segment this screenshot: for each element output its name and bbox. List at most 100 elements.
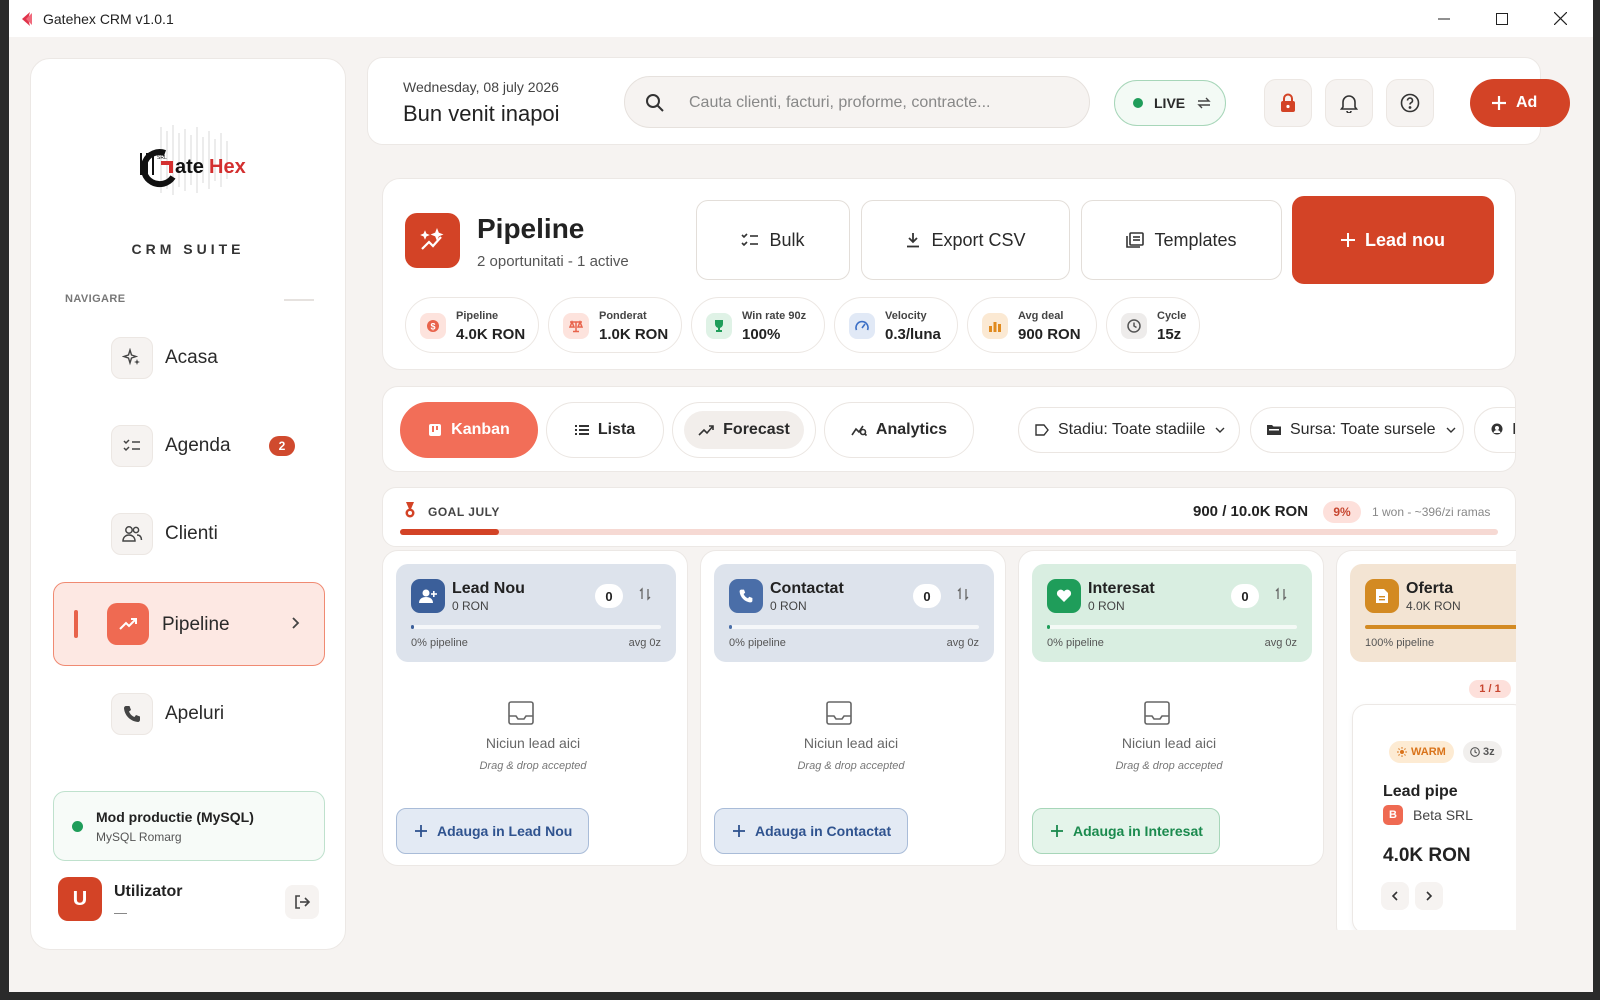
svg-text:ate: ate (175, 156, 204, 178)
company-name: Beta SRL (1413, 807, 1473, 823)
nav-section-label: NAVIGARE (65, 293, 126, 305)
folder-icon (1267, 425, 1281, 435)
user-role: — (114, 905, 127, 920)
view-toolbar: Kanban Lista Forecast Analytics Stadiu: … (382, 386, 1516, 472)
search-input[interactable] (689, 91, 1069, 115)
avatar[interactable]: U (58, 877, 102, 921)
stage-filter[interactable]: Stadiu: Toate stadiile (1018, 407, 1240, 453)
monthly-goal-bar: GOAL JULY 900 / 10.0K RON 9% 1 won - ~39… (382, 487, 1516, 547)
plus-icon (1051, 825, 1063, 837)
plus-icon (1341, 233, 1355, 247)
goal-percent-badge: 9% (1323, 501, 1361, 523)
inbox-icon (826, 701, 852, 725)
bulk-button[interactable]: Bulk (696, 200, 850, 280)
page-subtitle: 2 oportunitati - 1 active (477, 253, 629, 270)
lead-name: Lead pipe (1383, 783, 1458, 800)
column-pipeline-share: 100% pipeline (1365, 637, 1435, 649)
goal-progress-track (400, 529, 1498, 535)
help-icon (1400, 93, 1420, 113)
stage-filter-label: Stadiu: Toate stadiile (1058, 421, 1206, 438)
phone-icon (729, 579, 763, 613)
stat-label: Pipeline (456, 310, 499, 322)
trend-icon (698, 425, 714, 436)
stat-value: 100% (742, 326, 781, 343)
sort-icon[interactable] (639, 587, 651, 601)
tab-analytics[interactable]: Analytics (824, 402, 974, 458)
column-progress-fill (411, 625, 414, 629)
kanban-icon (429, 424, 442, 436)
sidebar-item-apeluri[interactable]: Apeluri (111, 692, 224, 736)
stat-label: Win rate 90z (742, 310, 807, 322)
empty-state: Niciun lead aici Drag & drop accepted (771, 551, 931, 781)
logout-button[interactable] (285, 885, 319, 919)
move-left-button[interactable] (1381, 882, 1409, 910)
source-filter[interactable]: Sursa: Toate sursele (1250, 407, 1464, 453)
goal-remaining: 1 won - ~396/zi ramas (1372, 505, 1491, 519)
db-mode-title: Mod productie (MySQL) (96, 809, 254, 825)
live-toggle[interactable]: LIVE (1114, 80, 1226, 126)
user-plus-icon (411, 579, 445, 613)
sidebar-item-pipeline[interactable]: Pipeline (53, 582, 325, 666)
temperature-label: WARM (1411, 746, 1446, 758)
tab-label: Analytics (875, 421, 948, 438)
lead-card[interactable]: WARM 3z Lead pipe B Beta SRL 4.0K RON (1352, 704, 1516, 930)
inbox-icon (1144, 701, 1170, 725)
top-header: Wednesday, 08 july 2026 Bun venit inapoi… (367, 57, 1570, 145)
help-button[interactable] (1386, 79, 1434, 127)
lock-button[interactable] (1264, 79, 1312, 127)
move-right-button[interactable] (1415, 882, 1443, 910)
add-to-lead-nou-button[interactable]: Adauga in Lead Nou (396, 808, 590, 854)
sort-icon[interactable] (1275, 587, 1287, 601)
column-header: Oferta 4.0K RON 100% pipeline (1350, 564, 1516, 662)
sun-icon (1397, 747, 1407, 757)
add-button[interactable]: Ad (1470, 79, 1570, 127)
search-icon (646, 94, 664, 112)
column-value: 4.0K RON (1406, 599, 1461, 613)
status-dot (72, 821, 83, 832)
add-to-contactat-button[interactable]: Adauga in Contactat (714, 808, 909, 854)
owner-filter[interactable]: I (1474, 407, 1515, 453)
sidebar-item-label: Acasa (165, 347, 218, 368)
chevron-right-icon (292, 617, 300, 629)
pipeline-sparkle-chart-icon (405, 213, 460, 268)
clock-icon (1121, 313, 1147, 339)
tab-forecast[interactable]: Forecast (672, 402, 816, 458)
inbox-icon (508, 701, 534, 725)
pipeline-summary-card: Pipeline 2 oportunitati - 1 active Bulk … (382, 178, 1516, 370)
search-bar[interactable] (624, 76, 1090, 128)
new-lead-button[interactable]: Lead nou (1292, 196, 1494, 284)
maximize-button[interactable] (1473, 0, 1531, 37)
notifications-button[interactable] (1325, 79, 1373, 127)
bell-icon (1340, 95, 1358, 113)
stat-value: 900 RON (1018, 326, 1081, 343)
templates-label: Templates (1154, 229, 1237, 250)
minimize-button[interactable] (1415, 0, 1473, 37)
tab-label: Lista (597, 421, 636, 438)
app-logo-icon (22, 11, 32, 26)
minimize-icon (1438, 18, 1450, 19)
add-to-interesat-button[interactable]: Adauga in Interesat (1032, 808, 1220, 854)
stat-avg-deal: Avg deal 900 RON (967, 297, 1097, 353)
nav-divider (284, 299, 314, 301)
close-button[interactable] (1531, 0, 1589, 37)
list-icon (574, 425, 589, 435)
empty-state-title: Niciun lead aici (803, 735, 899, 751)
live-status-dot (1133, 98, 1143, 108)
active-indicator (74, 610, 78, 638)
window-title: Gatehex CRM v1.0.1 (43, 10, 174, 27)
tab-kanban[interactable]: Kanban (400, 402, 538, 458)
agenda-count-badge: 2 (269, 436, 295, 456)
sidebar-item-clienti[interactable]: Clienti (111, 512, 218, 556)
templates-button[interactable]: Templates (1081, 200, 1282, 280)
kanban-column-contactat: Contactat 0 RON 0 0% pipeline avg 0z Nic… (700, 550, 1006, 866)
goal-progress-fill (400, 529, 499, 535)
stat-value: 15z (1157, 326, 1182, 343)
sidebar-item-acasa[interactable]: Acasa (111, 336, 218, 380)
empty-state-hint: Drag & drop accepted (797, 760, 905, 772)
sidebar-item-agenda[interactable]: Agenda (111, 424, 231, 468)
export-csv-button[interactable]: Export CSV (861, 200, 1070, 280)
stat-label: Cycle (1157, 310, 1187, 322)
sort-icon[interactable] (957, 587, 969, 601)
sidebar-item-label: Clienti (165, 523, 218, 544)
tab-lista[interactable]: Lista (546, 402, 664, 458)
